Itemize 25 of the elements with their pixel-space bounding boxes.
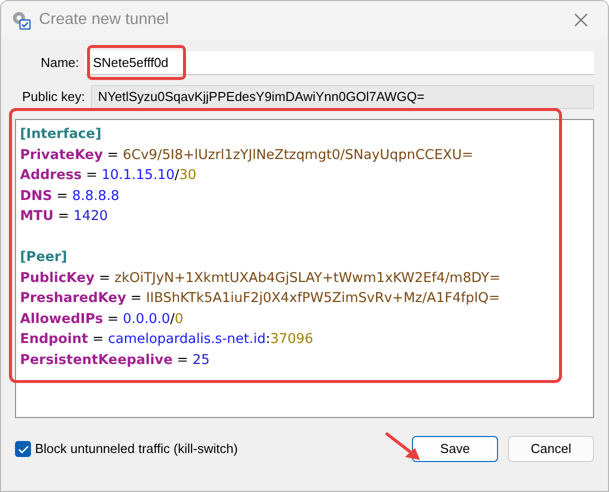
close-icon <box>574 13 588 27</box>
kill-switch-label: Block untunneled traffic (kill-switch) <box>35 440 238 458</box>
config-line: PersistentKeepalive = 25 <box>20 350 210 370</box>
arrow-icon <box>385 432 421 462</box>
checkmark-icon <box>18 444 28 454</box>
config-line: DNS = 8.8.8.8 <box>20 186 120 206</box>
config-line: PublicKey = zkOiTJyN+1XkmtUXAb4GjSLAY+tWwm1xKW2Ef4/m8DY= <box>20 268 500 288</box>
public-key-field[interactable]: NYetlSyzu0SqavKjjPPEdesY9imDAwiYnn0GOl7AWGQ= <box>91 85 594 109</box>
config-editor[interactable] <box>15 119 594 418</box>
config-line: Address = 10.1.15.10/30 <box>20 166 196 185</box>
config-line: AllowedIPs = 0.0.0.0/0 <box>20 310 184 328</box>
section-header: [Interface] <box>20 125 102 144</box>
config-line: Endpoint = camelopardalis.s-net.id:37096 <box>20 330 314 349</box>
cancel-button[interactable]: Cancel <box>508 436 594 462</box>
app-icon <box>11 10 31 30</box>
config-line: PrivateKey = 6Cv9/5I8+lUzrl1zYJlNeZtzqmgt0/SNayUqpnCCEXU= <box>20 146 474 164</box>
name-label: Name: <box>40 54 80 72</box>
config-line: MTU = 1420 <box>20 207 108 226</box>
save-button[interactable]: Save <box>412 436 498 462</box>
public-key-label: Public key: <box>21 88 86 106</box>
window-title: Create new tunnel <box>39 10 169 30</box>
kill-switch-checkbox[interactable] <box>15 441 31 457</box>
config-line: PresharedKey = IIBShKTk5A1iuF2j0X4xfPW5ZimSvRv+Mz/A1F4fplQ= <box>20 289 500 308</box>
name-field[interactable]: SNete5efff0d <box>85 51 594 75</box>
section-header: [Peer] <box>20 248 68 267</box>
